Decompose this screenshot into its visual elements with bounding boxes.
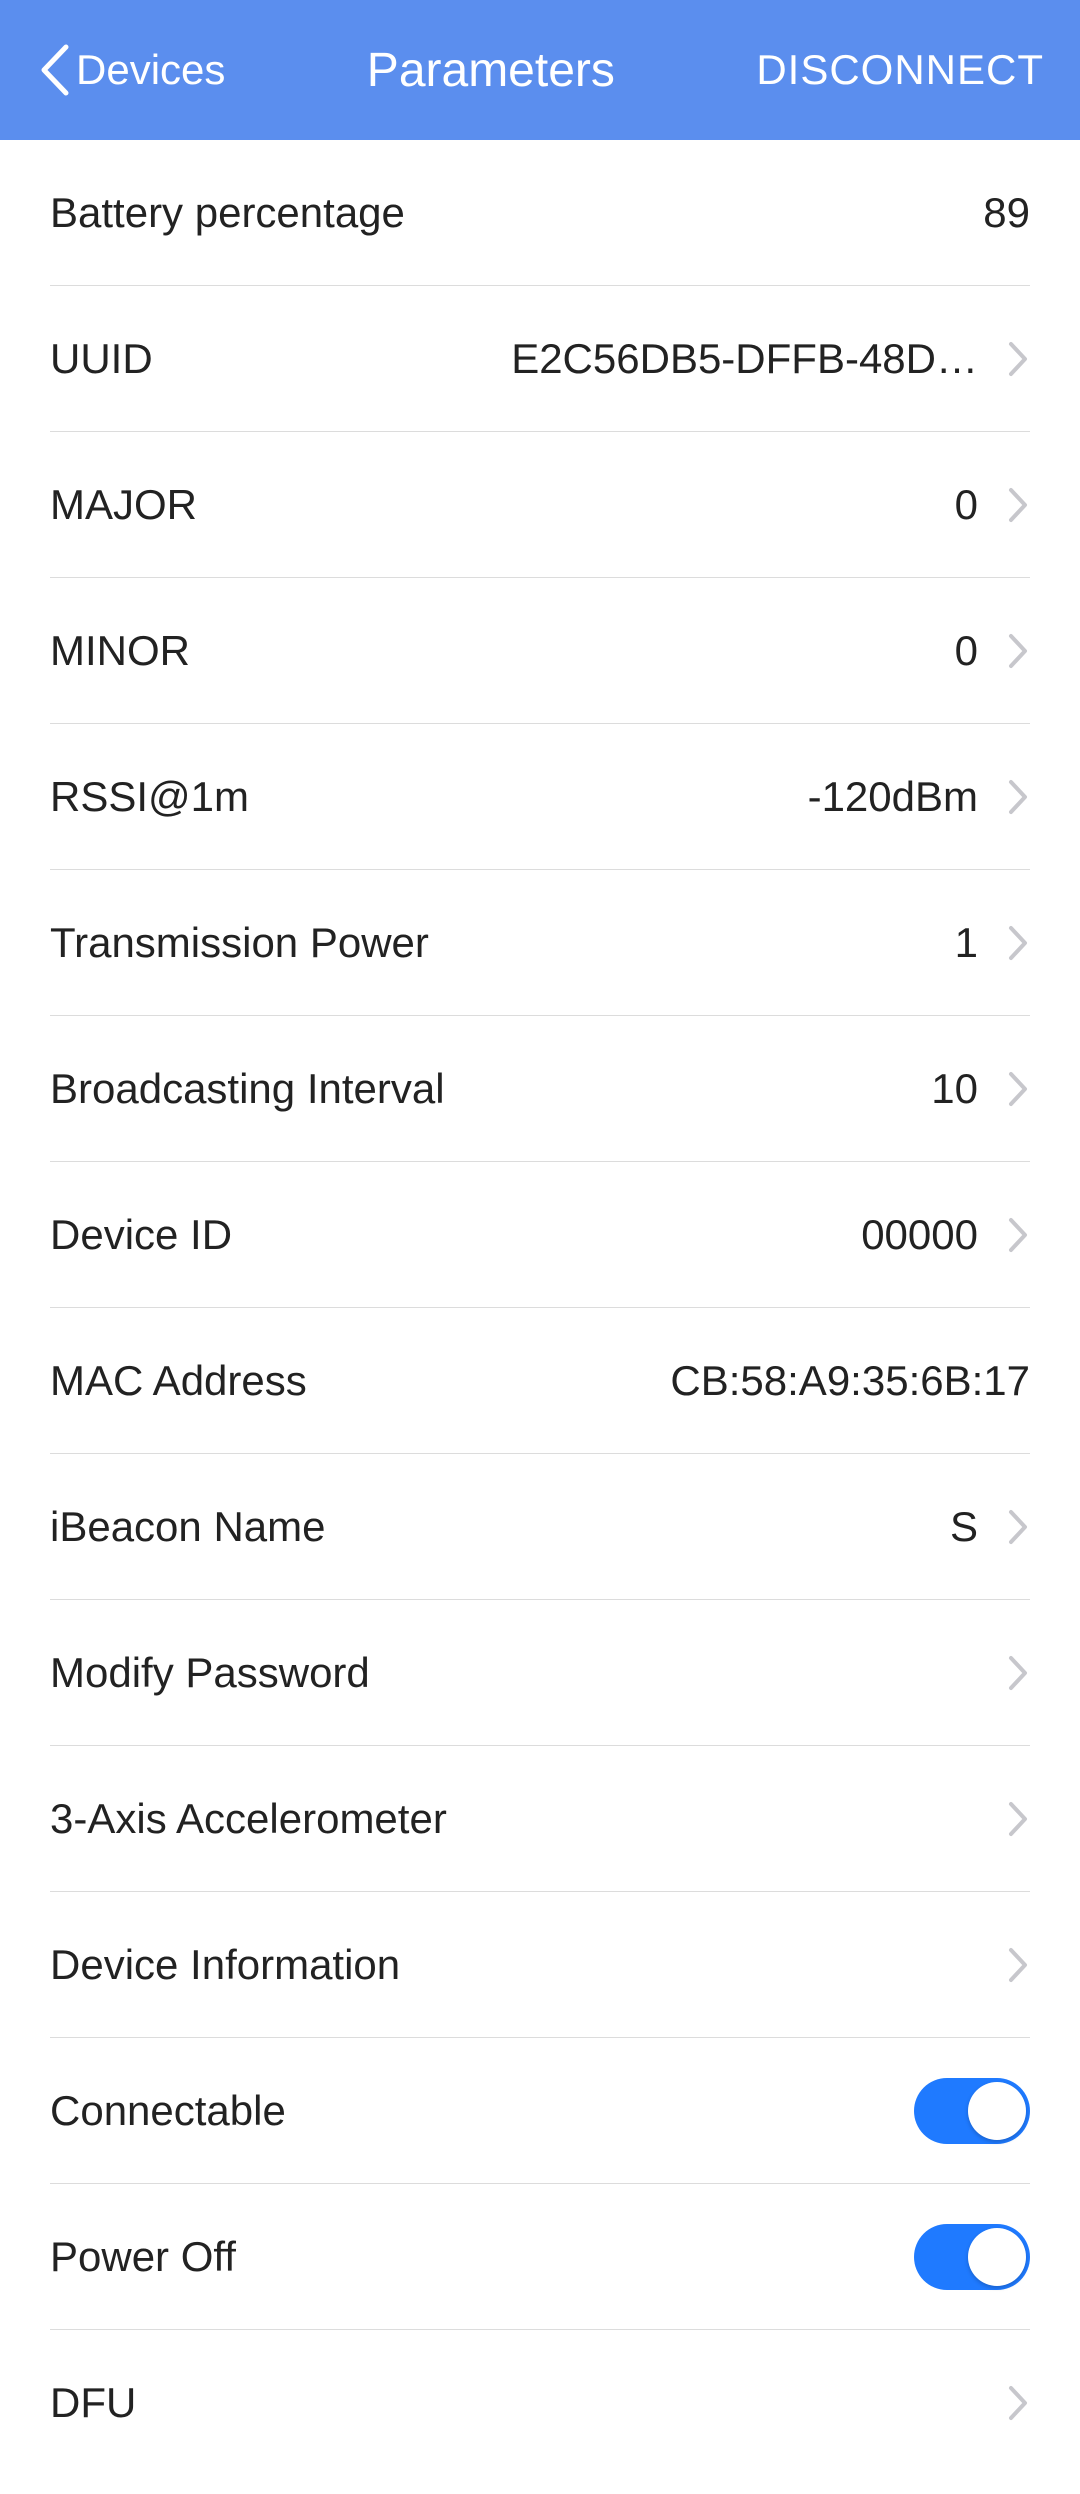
row-label: Connectable [50,2087,286,2135]
row-modify-password[interactable]: Modify Password [50,1600,1030,1746]
chevron-right-icon [1006,1944,1030,1986]
row-accelerometer[interactable]: 3-Axis Accelerometer [50,1746,1030,1892]
chevron-right-icon [1006,922,1030,964]
row-label: DFU [50,2379,136,2427]
row-label: Device Information [50,1941,400,1989]
header-bar: Devices Parameters DISCONNECT [0,0,1080,140]
chevron-left-icon [36,43,70,97]
row-broadcasting-interval[interactable]: Broadcasting Interval 10 [50,1016,1030,1162]
row-value: 89 [983,189,1030,237]
row-mac-address: MAC Address CB:58:A9:35:6B:17 [50,1308,1030,1454]
row-connectable: Connectable [50,2038,1030,2184]
row-label: iBeacon Name [50,1503,325,1551]
row-value: 00000 [861,1211,978,1259]
row-label: 3-Axis Accelerometer [50,1795,447,1843]
chevron-right-icon [1006,776,1030,818]
row-label: Power Off [50,2233,236,2281]
toggle-knob [968,2082,1026,2140]
chevron-right-icon [1006,484,1030,526]
row-value: 1 [955,919,978,967]
chevron-right-icon [1006,1506,1030,1548]
row-label: Battery percentage [50,189,405,237]
row-label: Broadcasting Interval [50,1065,445,1113]
row-minor[interactable]: MINOR 0 [50,578,1030,724]
row-rssi[interactable]: RSSI@1m -120dBm [50,724,1030,870]
row-label: Modify Password [50,1649,370,1697]
row-transmission-power[interactable]: Transmission Power 1 [50,870,1030,1016]
row-value: 0 [955,627,978,675]
row-value: -120dBm [808,773,978,821]
row-label: MAC Address [50,1357,307,1405]
row-value: 10 [931,1065,978,1113]
row-label: UUID [50,335,153,383]
disconnect-button[interactable]: DISCONNECT [756,46,1044,94]
row-label: Device ID [50,1211,232,1259]
back-button[interactable]: Devices [36,43,225,97]
row-dfu[interactable]: DFU [50,2330,1030,2476]
page-title: Parameters [225,43,756,98]
parameters-list: Battery percentage 89 UUID E2C56DB5-DFFB… [0,140,1080,2476]
back-label: Devices [76,46,225,94]
row-value: CB:58:A9:35:6B:17 [670,1357,1030,1405]
chevron-right-icon [1006,1214,1030,1256]
chevron-right-icon [1006,2382,1030,2424]
row-value: S [950,1503,978,1551]
row-device-information[interactable]: Device Information [50,1892,1030,2038]
row-power-off: Power Off [50,2184,1030,2330]
connectable-toggle[interactable] [914,2078,1030,2144]
row-label: Transmission Power [50,919,429,967]
row-major[interactable]: MAJOR 0 [50,432,1030,578]
row-label: MAJOR [50,481,197,529]
chevron-right-icon [1006,1068,1030,1110]
toggle-knob [968,2228,1026,2286]
row-battery-percentage: Battery percentage 89 [50,140,1030,286]
row-uuid[interactable]: UUID E2C56DB5-DFFB-48D… [50,286,1030,432]
row-device-id[interactable]: Device ID 00000 [50,1162,1030,1308]
chevron-right-icon [1006,1652,1030,1694]
chevron-right-icon [1006,1798,1030,1840]
row-value: E2C56DB5-DFFB-48D… [511,335,978,383]
row-label: MINOR [50,627,190,675]
power-off-toggle[interactable] [914,2224,1030,2290]
row-ibeacon-name[interactable]: iBeacon Name S [50,1454,1030,1600]
chevron-right-icon [1006,630,1030,672]
row-value: 0 [955,481,978,529]
row-label: RSSI@1m [50,773,249,821]
chevron-right-icon [1006,338,1030,380]
